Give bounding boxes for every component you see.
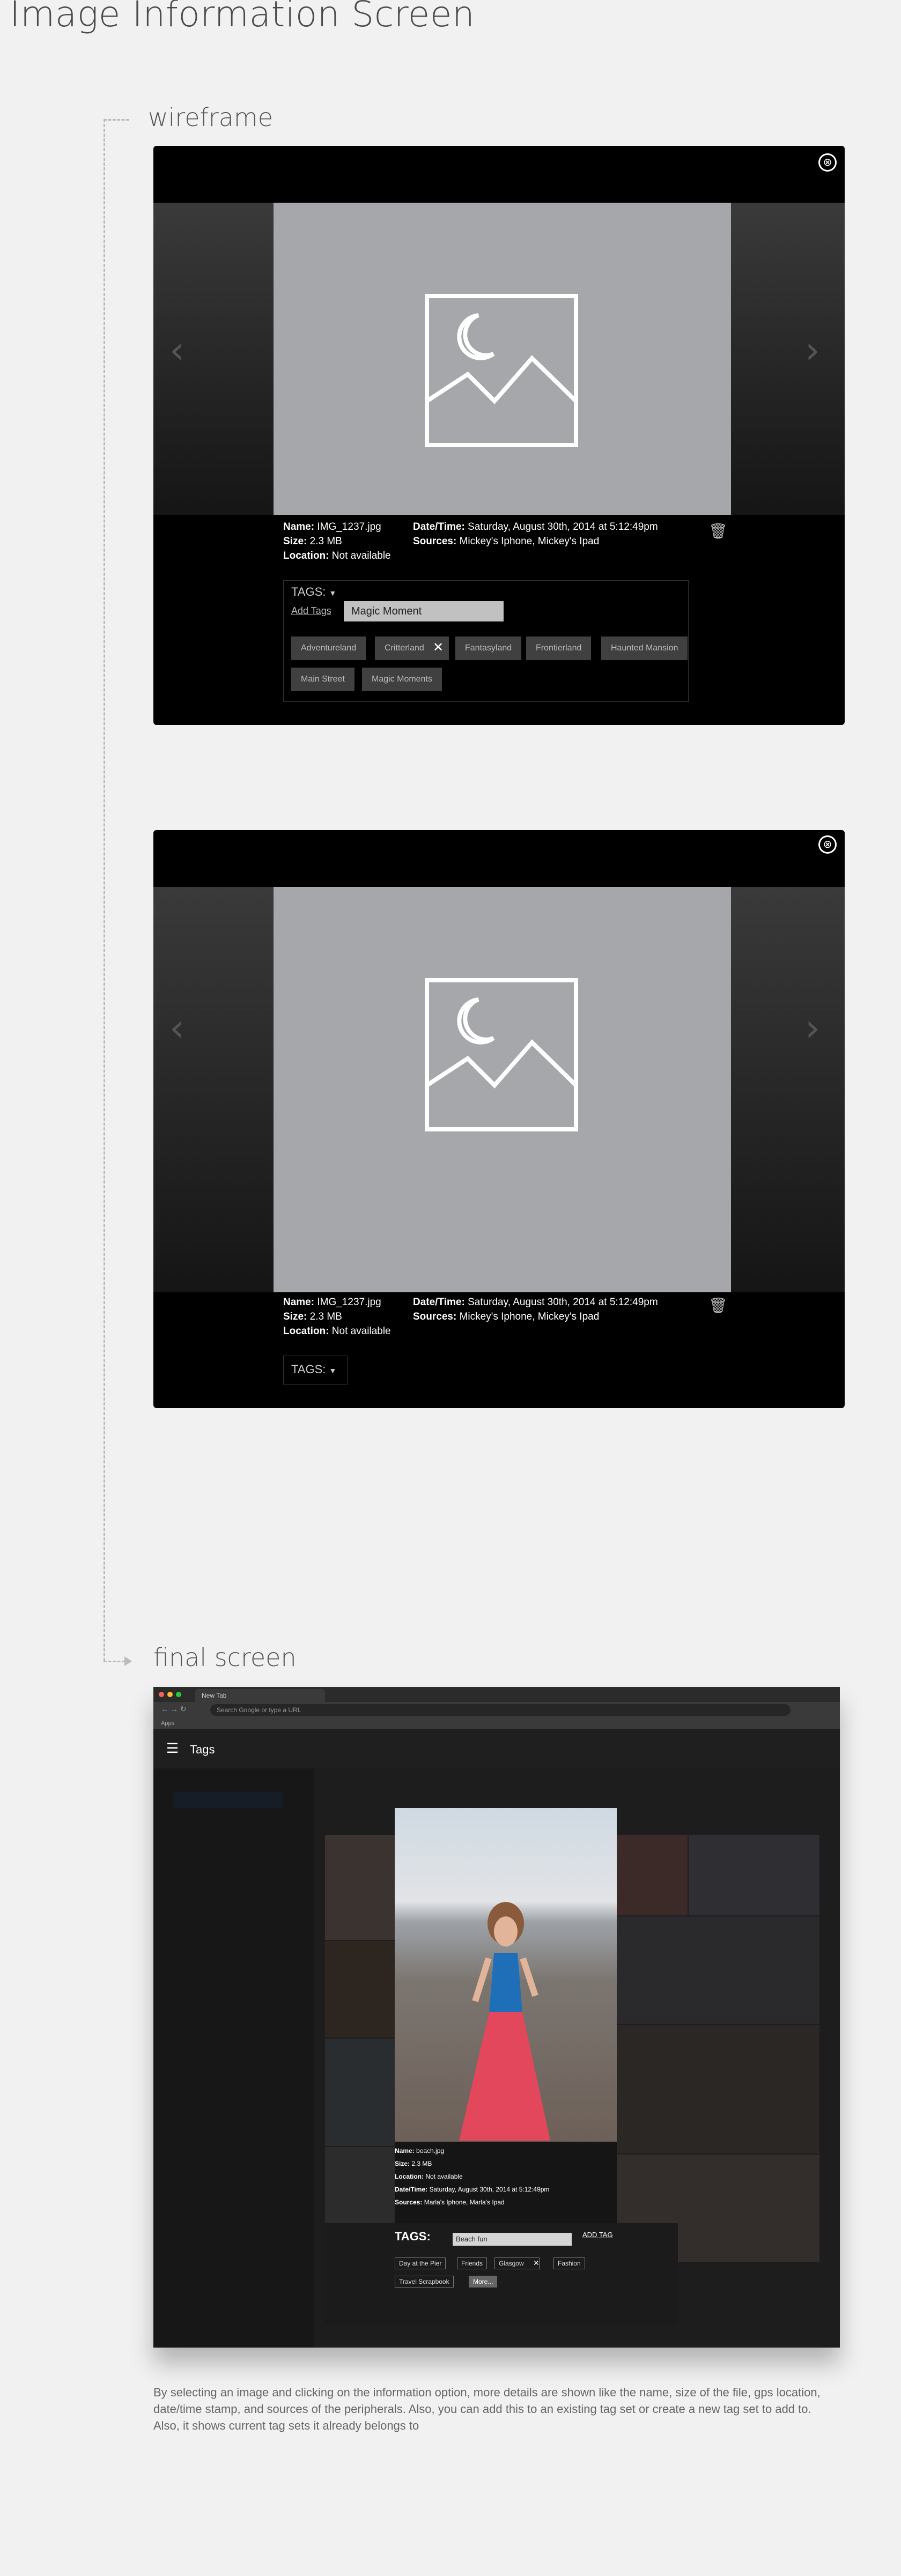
bookmarks-bar: Apps: [153, 1718, 840, 1729]
minimize-window-icon[interactable]: [167, 1692, 173, 1697]
trash-icon[interactable]: 🗑: [708, 1297, 728, 1314]
tags-heading: TAGS:: [395, 2230, 431, 2243]
remove-tag-icon[interactable]: ✕: [533, 2257, 540, 2269]
browser-window: New Tab ← → ↻ Search Google or type a UR…: [153, 1687, 840, 2348]
chevron-left-icon[interactable]: ‹: [169, 1006, 184, 1050]
chevron-right-icon[interactable]: ›: [805, 1006, 820, 1050]
next-panel: [731, 887, 845, 1292]
woman-on-beach-image: [459, 1902, 550, 2141]
nav-buttons-icon[interactable]: ← → ↻: [161, 1705, 187, 1714]
close-icon[interactable]: ⊗: [818, 153, 837, 172]
tags-toggle[interactable]: TAGS: ▼: [283, 1356, 348, 1385]
close-window-icon[interactable]: [159, 1692, 164, 1697]
add-tags-link[interactable]: Add Tags: [291, 605, 331, 617]
final-screen-label: final screen: [153, 1643, 297, 1672]
next-panel: [731, 203, 845, 515]
flow-arrow-icon: [124, 1656, 132, 1666]
caret-down-icon: ▼: [329, 1366, 337, 1375]
meta-location: Location: Not available: [283, 1326, 391, 1337]
tag-chip[interactable]: Magic Moments: [362, 668, 442, 691]
meta-size: Size: 2.3 MB: [395, 2160, 432, 2167]
tag-chip[interactable]: Friends: [457, 2257, 488, 2269]
tag-chip[interactable]: Adventureland: [291, 636, 366, 660]
photo-tile: [325, 1941, 395, 2038]
url-input[interactable]: Search Google or type a URL: [210, 1704, 791, 1716]
close-icon[interactable]: ⊗: [818, 835, 837, 854]
tag-input[interactable]: Magic Moment: [344, 601, 504, 621]
browser-tab[interactable]: New Tab: [195, 1689, 325, 1702]
description-caption: By selecting an image and clicking on th…: [153, 2386, 821, 2432]
image-placeholder: [274, 203, 731, 515]
meta-location: Location: Not available: [283, 550, 391, 561]
app-title: Tags: [190, 1743, 215, 1756]
tag-input[interactable]: Beach fun: [453, 2233, 572, 2246]
address-bar: ← → ↻ Search Google or type a URL: [153, 1702, 840, 1718]
chevron-right-icon[interactable]: ›: [805, 328, 820, 372]
meta-sources: Sources: Mickey's Iphone, Mickey's Ipad: [413, 1311, 600, 1322]
tags-toggle[interactable]: TAGS: ▼: [291, 585, 336, 599]
sidebar-dimmed: [153, 1768, 314, 2348]
chevron-left-icon[interactable]: ‹: [169, 328, 184, 372]
photo-tile: [689, 1835, 819, 1915]
apps-bookmark[interactable]: Apps: [153, 1720, 174, 1727]
meta-sources: Sources: Marla's Iphone, Marla's Ipad: [395, 2199, 505, 2206]
meta-sources: Sources: Mickey's Iphone, Mickey's Ipad: [413, 536, 600, 547]
tag-chip[interactable]: Fantasyland: [455, 636, 522, 660]
tag-chip[interactable]: Day at the Pier: [395, 2257, 446, 2269]
trash-icon[interactable]: 🗑: [708, 522, 728, 540]
meta-size: Size: 2.3 MB: [283, 536, 342, 547]
add-tag-link[interactable]: ADD TAG: [582, 2231, 613, 2239]
tag-chip[interactable]: Haunted Mansion: [601, 636, 688, 660]
image-placeholder: [274, 887, 731, 1292]
photo-tile: [617, 1916, 819, 2024]
caret-down-icon: ▼: [329, 589, 337, 597]
image-placeholder-icon: [425, 978, 578, 1131]
browser-tabbar: New Tab: [153, 1687, 840, 1702]
meta-name: Name: IMG_1237.jpg: [283, 1297, 381, 1308]
selected-photo: [395, 1808, 617, 2142]
lightbox-topbar: [153, 830, 845, 887]
flow-connector-bottom: [104, 1661, 125, 1662]
app-header: ☰ Tags: [153, 1729, 840, 1768]
image-placeholder-icon: [425, 294, 578, 447]
more-tags-button[interactable]: More...: [469, 2276, 498, 2288]
meta-size: Size: 2.3 MB: [283, 1311, 342, 1322]
page-title: Image Information Screen: [10, 0, 475, 35]
flow-connector-line: [104, 119, 105, 1661]
flow-connector-top: [104, 119, 129, 121]
tags-toggle-label: TAGS: ▼: [291, 1363, 337, 1376]
photo-tile: [617, 2025, 819, 2153]
tag-chip[interactable]: Main Street: [291, 668, 355, 691]
meta-datetime: Date/Time: Saturday, August 30th, 2014 a…: [413, 521, 658, 532]
maximize-window-icon[interactable]: [176, 1692, 181, 1697]
menu-icon[interactable]: ☰: [166, 1741, 179, 1757]
tags-panel: TAGS: ▼ Add Tags Magic Moment Adventurel…: [283, 580, 689, 702]
tag-chip[interactable]: Frontierland: [526, 636, 592, 660]
meta-datetime: Date/Time: Saturday, August 30th, 2014 a…: [395, 2186, 550, 2193]
wireframe-expanded: ⊗ ‹ › Name: IMG_1237.jpg Size: 2.3 MB Lo…: [153, 146, 845, 725]
remove-tag-icon[interactable]: ✕: [433, 640, 444, 655]
photo-tile: [325, 1835, 395, 1940]
wireframe-collapsed: ⊗ ‹ › Name: IMG_1237.jpg Size: 2.3 MB Lo…: [153, 830, 845, 1408]
photo-tile: [617, 1835, 688, 1915]
meta-location: Location: Not available: [395, 2173, 463, 2180]
photo-tile: [325, 2039, 395, 2146]
lightbox-topbar: [153, 146, 845, 203]
tag-chip[interactable]: Fashion: [553, 2257, 585, 2269]
prev-panel: [153, 887, 274, 1292]
meta-datetime: Date/Time: Saturday, August 30th, 2014 a…: [413, 1297, 658, 1308]
meta-name: Name: beach.jpg: [395, 2147, 445, 2155]
wireframe-label: wireframe: [148, 103, 274, 132]
meta-name: Name: IMG_1237.jpg: [283, 521, 381, 532]
tag-chip[interactable]: Travel Scrapbook: [395, 2276, 454, 2288]
